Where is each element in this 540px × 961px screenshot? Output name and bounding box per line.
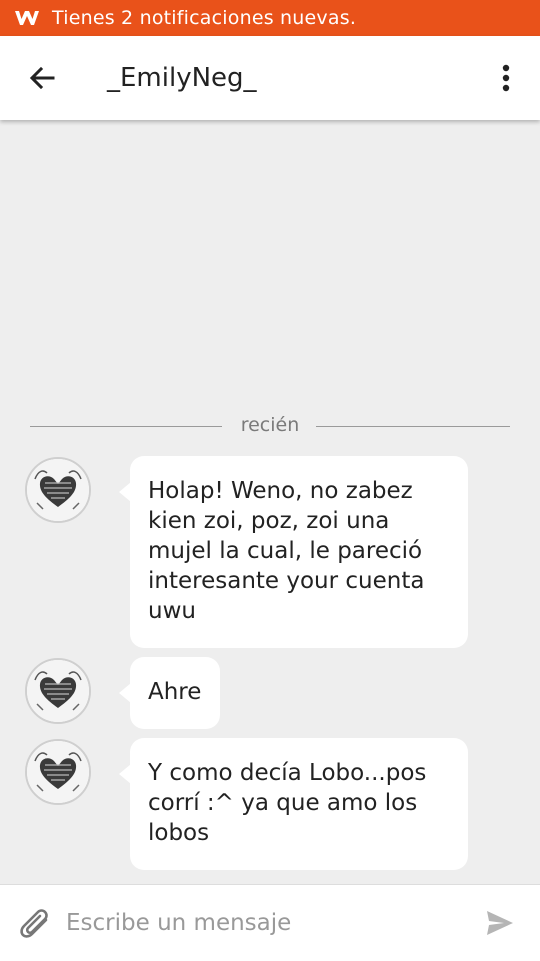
- back-button[interactable]: [12, 48, 72, 108]
- message-bubble[interactable]: Y como decía Lobo...pos corrí :^ ya que …: [119, 738, 468, 870]
- heart-drawing-avatar-icon: [27, 741, 89, 803]
- sender-avatar[interactable]: [25, 658, 91, 724]
- message-bubble[interactable]: Ahre: [119, 657, 220, 729]
- overflow-menu-button[interactable]: [492, 48, 520, 108]
- app-bar: _EmilyNeg_: [0, 36, 540, 120]
- send-button[interactable]: [482, 905, 518, 941]
- more-vert-icon: [502, 64, 510, 92]
- notification-text: Tienes 2 notificaciones nuevas.: [52, 7, 357, 29]
- message-input[interactable]: [64, 899, 468, 947]
- time-divider: recién: [30, 414, 510, 442]
- arrow-left-icon: [29, 66, 55, 90]
- message-composer: [0, 884, 540, 961]
- paperclip-icon: [20, 909, 48, 938]
- message-text: Ahre: [148, 679, 202, 705]
- message-text: Y como decía Lobo...pos corrí :^ ya que …: [148, 760, 427, 846]
- wattpad-logo-icon: [10, 0, 44, 36]
- divider-line: [316, 426, 510, 427]
- message-text: Holap! Weno, no zabez kien zoi, poz, zoi…: [148, 478, 425, 624]
- heart-drawing-avatar-icon: [27, 660, 89, 722]
- time-divider-label: recién: [240, 414, 300, 436]
- message-bubble[interactable]: Holap! Weno, no zabez kien zoi, poz, zoi…: [119, 456, 468, 648]
- heart-drawing-avatar-icon: [27, 459, 89, 521]
- sender-avatar[interactable]: [25, 457, 91, 523]
- notification-bar[interactable]: Tienes 2 notificaciones nuevas.: [0, 0, 540, 36]
- send-icon: [487, 911, 513, 935]
- conversation-title: _EmilyNeg_: [107, 63, 257, 93]
- attach-button[interactable]: [14, 903, 54, 943]
- sender-avatar[interactable]: [25, 739, 91, 805]
